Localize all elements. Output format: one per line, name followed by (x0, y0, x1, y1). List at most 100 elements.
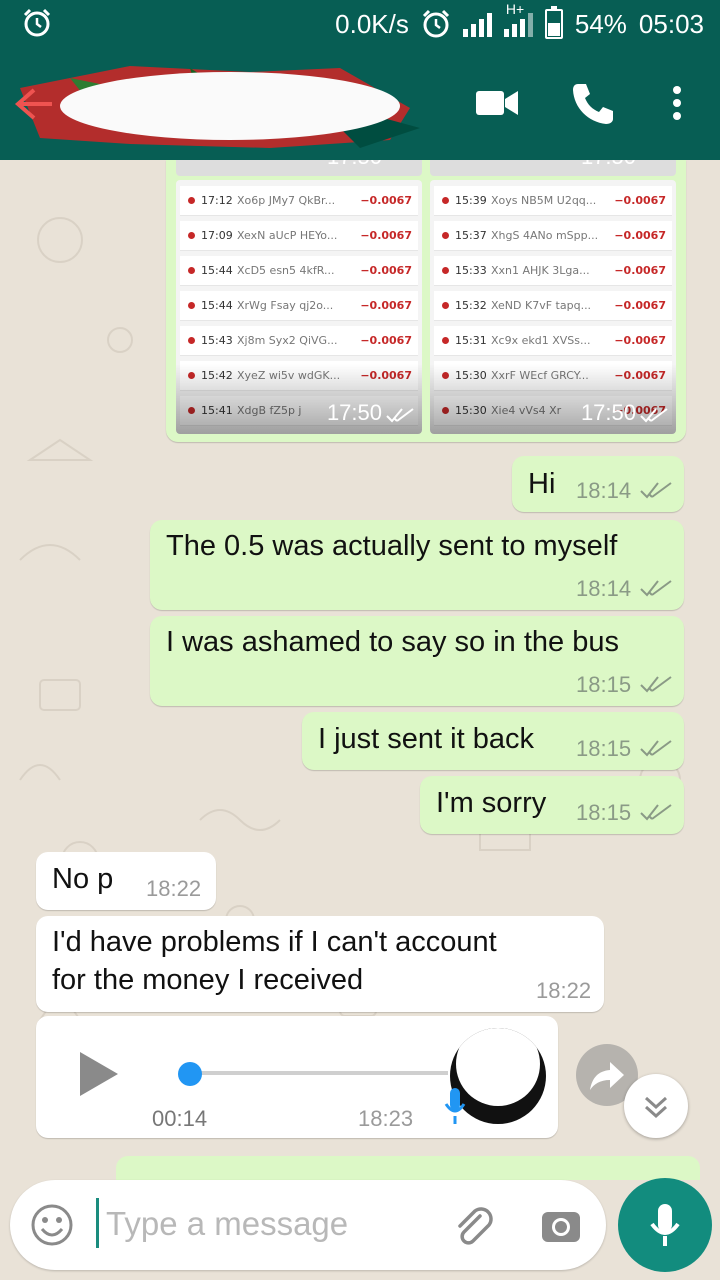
transaction-time: 15:32 (455, 299, 487, 312)
transaction-address: XeND K7vF tapq... (491, 299, 592, 312)
message-time: 17:50 (580, 400, 636, 425)
transaction-time: 15:39 (455, 194, 487, 207)
message-time: 18:15 (576, 736, 632, 761)
play-icon[interactable] (80, 1052, 118, 1096)
status-dot (188, 302, 195, 309)
voice-progress-track[interactable] (186, 1071, 448, 1075)
signal-icon (462, 11, 492, 37)
read-ticks-icon (640, 482, 672, 499)
transaction-row: 15:39 Xoys NB5M U2qq... −0.0067 (434, 186, 672, 216)
phone-call-icon[interactable] (568, 78, 618, 128)
transaction-address: XcD5 esn5 4kfR... (237, 264, 335, 277)
mic-icon (444, 1088, 466, 1124)
message-text: Hi (528, 468, 556, 500)
outgoing-message[interactable]: I just sent it back 18:15 (302, 712, 684, 770)
image-message-pair: 17:50 17:50 15:41XdgB fZ5p j15:42XyeZ wi… (166, 160, 686, 442)
transaction-amount: −0.0067 (360, 194, 412, 207)
outgoing-message[interactable]: Hi 18:14 (512, 456, 684, 512)
message-time: 18:15 (576, 800, 632, 825)
message-input[interactable] (106, 1194, 436, 1254)
transaction-amount: −0.0067 (360, 334, 412, 347)
image-thumbnail[interactable]: 15:41XdgB fZ5p j15:42XyeZ wi5v wdGK...−0… (176, 180, 422, 434)
transaction-time: 15:44 (201, 299, 233, 312)
battery-fill (547, 23, 560, 36)
transaction-address: Xxn1 AHJK 3Lga... (491, 264, 590, 277)
outgoing-message[interactable]: I was ashamed to say so in the bus 18:15 (150, 616, 684, 706)
transaction-time: 15:33 (455, 264, 487, 277)
camera-icon[interactable] (540, 1204, 582, 1246)
message-time: 18:14 (576, 576, 632, 601)
voice-record-button[interactable] (618, 1178, 712, 1272)
transaction-row: 15:33 Xxn1 AHJK 3Lga... −0.0067 (434, 256, 672, 286)
message-time: 18:23 (358, 1106, 414, 1131)
read-ticks-icon (640, 740, 672, 757)
status-dot (188, 337, 195, 344)
incoming-message[interactable]: I'd have problems if I can't account for… (36, 916, 604, 1012)
message-text: No p (52, 863, 114, 895)
transaction-row: 15:44 XcD5 esn5 4kfR... −0.0067 (180, 256, 418, 286)
transaction-row: 15:32 XeND K7vF tapq... −0.0067 (434, 291, 672, 321)
text-cursor (96, 1198, 99, 1248)
attach-icon[interactable] (450, 1202, 498, 1250)
transaction-amount: −0.0067 (360, 299, 412, 312)
outgoing-message[interactable] (116, 1156, 700, 1180)
message-time: 17:50 (326, 400, 382, 425)
transaction-row: 15:44 XrWg Fsay qj2o... −0.0067 (180, 291, 418, 321)
read-ticks-icon (386, 408, 414, 423)
network-type: H+ (505, 1, 525, 17)
transaction-address: XrWg Fsay qj2o... (237, 299, 334, 312)
transaction-amount: −0.0067 (360, 264, 412, 277)
voice-progress-knob[interactable] (178, 1062, 202, 1086)
transaction-time: 15:31 (455, 334, 487, 347)
outgoing-message[interactable]: I'm sorry 18:15 (420, 776, 684, 834)
message-time: 18:14 (576, 478, 632, 503)
status-dot (442, 337, 449, 344)
transaction-time: 17:12 (201, 194, 233, 207)
alarm-icon (422, 9, 449, 38)
network-speed: 0.0K/s (335, 8, 409, 39)
more-options-icon[interactable] (652, 78, 702, 128)
signal-icon: H+ (503, 1, 533, 37)
status-dot (442, 267, 449, 274)
message-text: I just sent it back (318, 723, 534, 755)
message-composer (10, 1180, 606, 1270)
transaction-amount: −0.0067 (614, 194, 666, 207)
message-text: I was ashamed to say so in the bus (166, 626, 619, 658)
transaction-amount: −0.0067 (360, 229, 412, 242)
transaction-address: XexN aUcP HEYo... (237, 229, 338, 242)
image-thumbnail[interactable]: 15:30Xie4 vVs4 Xr−0.006715:30XxrF WEcf G… (430, 180, 676, 434)
transaction-row: 15:37 XhgS 4ANo mSpp... −0.0067 (434, 221, 672, 251)
message-text-line: I'd have problems if I can't account (52, 926, 497, 958)
video-call-icon[interactable] (472, 78, 522, 128)
outgoing-message[interactable]: The 0.5 was actually sent to myself 18:1… (150, 520, 684, 610)
message-text: The 0.5 was actually sent to myself (166, 530, 618, 562)
transaction-amount: −0.0067 (614, 264, 666, 277)
transaction-address: Xoys NB5M U2qq... (491, 194, 597, 207)
transaction-row: 17:12 Xo6p JMy7 QkBr... −0.0067 (180, 186, 418, 216)
status-dot (188, 197, 195, 204)
app-bar (0, 48, 720, 160)
scroll-to-bottom-button[interactable] (624, 1074, 688, 1138)
chat-area[interactable]: 17:50 17:50 15:41XdgB fZ5p j15:42XyeZ wi… (0, 160, 720, 1180)
image-thumbnail[interactable]: 17:50 (430, 160, 676, 176)
read-ticks-icon (640, 676, 672, 693)
read-ticks-icon (640, 804, 672, 821)
voice-message[interactable]: 00:14 18:23 (36, 1016, 558, 1138)
transaction-address: Xc9x ekd1 XVSs... (491, 334, 591, 347)
status-dot (442, 232, 449, 239)
incoming-message[interactable]: No p 18:22 (36, 852, 216, 910)
transaction-amount: −0.0067 (614, 299, 666, 312)
transaction-address: Xj8m Syx2 QiVG... (237, 334, 338, 347)
message-time: 18:22 (536, 978, 592, 1003)
transaction-time: 17:09 (201, 229, 233, 242)
transaction-row: 15:43 Xj8m Syx2 QiVG... −0.0067 (180, 326, 418, 356)
emoji-icon[interactable] (30, 1203, 74, 1247)
transaction-amount: −0.0067 (614, 334, 666, 347)
message-time: 17:50 (327, 160, 382, 170)
back-arrow-icon[interactable] (14, 86, 54, 122)
image-thumbnail[interactable]: 17:50 (176, 160, 422, 176)
transaction-row: 15:31 Xc9x ekd1 XVSs... −0.0067 (434, 326, 672, 356)
transaction-row: 17:09 XexN aUcP HEYo... −0.0067 (180, 221, 418, 251)
status-bar: 0.0K/s H+ 54% 05:03 (0, 0, 720, 48)
transaction-amount: −0.0067 (614, 229, 666, 242)
